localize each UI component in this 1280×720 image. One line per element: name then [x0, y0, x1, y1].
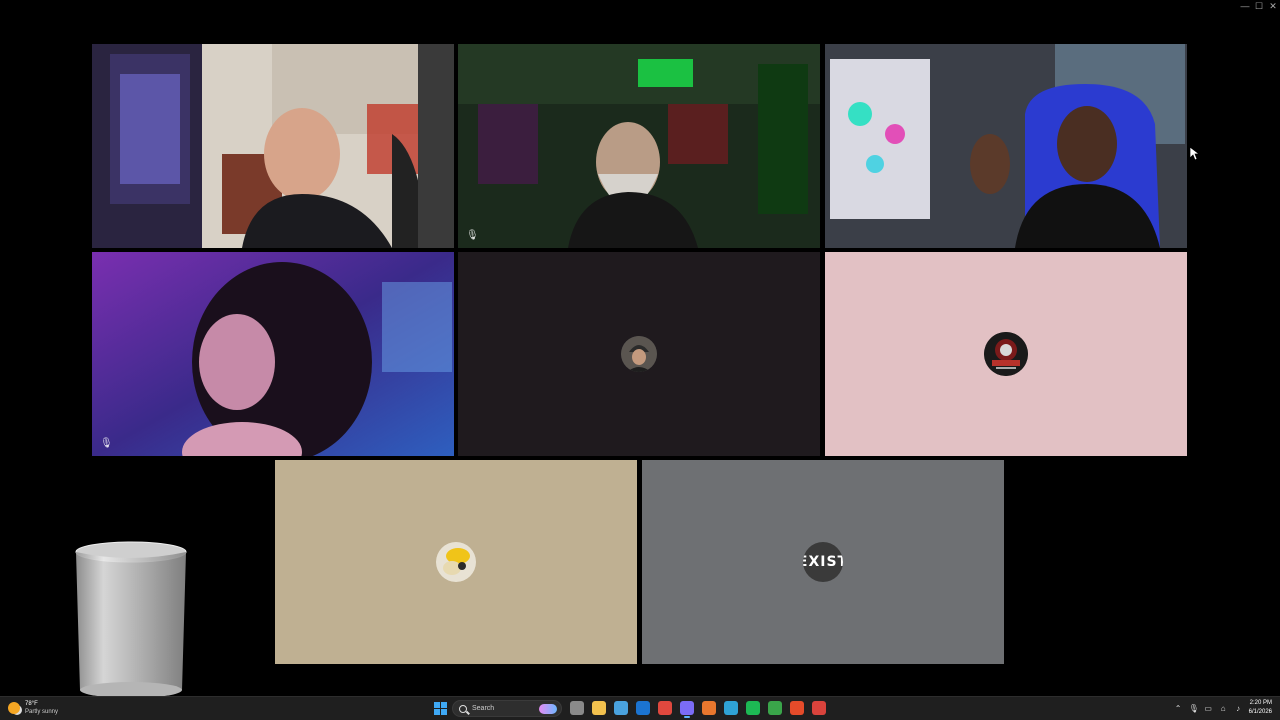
video-feed — [458, 44, 820, 248]
media-app-icon[interactable] — [812, 701, 826, 715]
spotify-icon[interactable] — [746, 701, 760, 715]
calendar-app-icon[interactable] — [614, 701, 628, 715]
weather-desc: Partly sunny — [25, 709, 59, 715]
brave-icon[interactable] — [790, 701, 804, 715]
mouse-cursor-icon — [1190, 147, 1200, 161]
avatar-text: EXIST — [803, 554, 843, 570]
search-highlight-icon — [539, 703, 557, 714]
participant-tile-avatar[interactable] — [825, 252, 1187, 456]
edge-icon[interactable] — [724, 701, 738, 715]
task-view-icon[interactable] — [570, 701, 584, 715]
maximize-button[interactable]: ☐ — [1252, 0, 1266, 12]
outlook-icon[interactable] — [636, 701, 650, 715]
exist-logo-avatar: EXIST — [803, 542, 843, 582]
partly-sunny-icon — [8, 702, 20, 714]
office-app-icon[interactable] — [702, 701, 716, 715]
clock-time: 2:20 PM — [1249, 700, 1272, 706]
participant-tile-video-speaking[interactable] — [825, 44, 1187, 248]
video-feed — [92, 44, 454, 248]
windows-logo-icon — [434, 702, 440, 708]
grey-blood-logo-avatar — [984, 332, 1028, 376]
xbox-icon[interactable] — [768, 701, 782, 715]
search-label: Search — [472, 705, 495, 712]
mic-muted-icon: 🎙 — [466, 230, 479, 241]
chrome-icon[interactable] — [658, 701, 672, 715]
clock-date: 6/1/2026 — [1248, 709, 1272, 715]
file-explorer-icon[interactable] — [592, 701, 606, 715]
minimize-button[interactable]: — — [1238, 0, 1252, 12]
discord-icon[interactable] — [680, 701, 694, 718]
search-icon — [459, 704, 467, 713]
window-controls: — ☐ ✕ — [1238, 0, 1280, 12]
close-button[interactable]: ✕ — [1266, 0, 1280, 12]
participant-tile-video[interactable]: 🎙 — [92, 252, 454, 456]
participant-tile-avatar[interactable] — [275, 460, 637, 664]
video-feed — [825, 44, 1187, 248]
volume-icon[interactable]: ♪ — [1234, 704, 1243, 713]
helmet-portrait-avatar — [621, 336, 657, 372]
system-tray: ⌃ 🎙 ▭ ⌂ ♪ 2:20 PM 6/1/2026 — [1174, 699, 1272, 717]
weather-widget[interactable]: 78°F Partly sunny — [8, 700, 58, 716]
network-icon[interactable]: ⌂ — [1219, 704, 1228, 713]
mic-muted-icon: 🎙 — [100, 438, 113, 449]
participant-tile-avatar[interactable]: EXIST — [642, 460, 1004, 664]
participant-tile-video[interactable] — [92, 44, 454, 248]
microphone-icon[interactable]: 🎙 — [1189, 704, 1199, 713]
start-button[interactable] — [434, 702, 447, 715]
clock[interactable]: 2:20 PM 6/1/2026 — [1249, 699, 1272, 717]
video-feed — [92, 252, 454, 456]
chevron-up-icon[interactable]: ⌃ — [1174, 704, 1183, 713]
taskbar: 78°F Partly sunny Search ⌃ 🎙 ▭ ⌂ ♪ 2:20 … — [0, 696, 1280, 720]
call-stage: 🎙 🎙 XIS — [0, 12, 1280, 699]
participant-tile-video[interactable]: 🎙 — [458, 44, 820, 248]
taskbar-search[interactable]: Search — [452, 700, 562, 717]
weather-temp: 78°F — [25, 701, 38, 707]
drinking-glass-overlay — [75, 541, 187, 699]
display-icon[interactable]: ▭ — [1204, 704, 1213, 713]
participant-tile-avatar[interactable] — [458, 252, 820, 456]
cartoon-character-avatar — [436, 542, 476, 582]
